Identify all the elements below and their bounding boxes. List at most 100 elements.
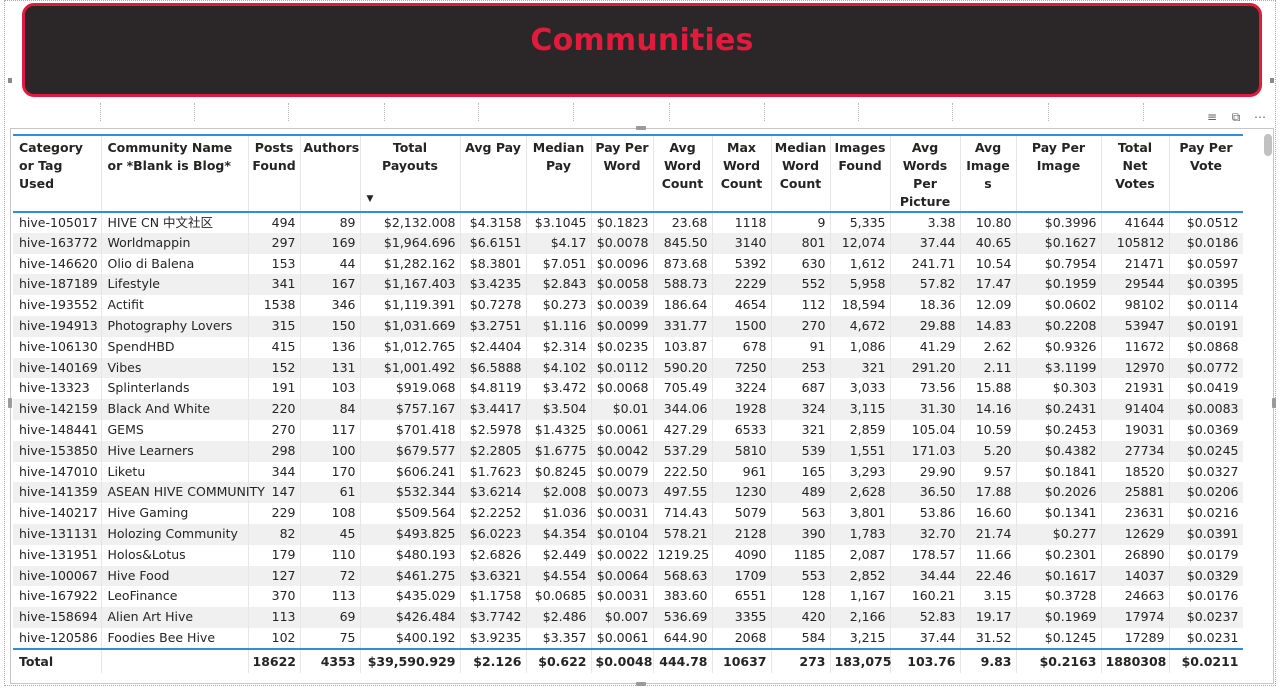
table-cell: $3.7742: [460, 607, 527, 628]
table-cell: Hive Gaming: [101, 503, 249, 524]
table-row[interactable]: hive-105017 HIVE CN 中文社区 494 89 $2,132.008 $4…: [13, 212, 1243, 233]
column-header[interactable]: Pay Per Word: [591, 134, 654, 213]
table-cell: 167: [300, 274, 361, 296]
table-row[interactable]: hive-163772 Worldmappin 297 169 $1,964.696 $6…: [13, 232, 1243, 254]
table-cell: 578.21: [653, 523, 713, 545]
filter-icon[interactable]: ≡: [1206, 110, 1218, 125]
table-cell: $493.825: [360, 523, 461, 545]
table-cell: $426.484: [360, 607, 461, 628]
table-cell: 563: [771, 503, 831, 524]
sort-descending-icon[interactable]: ▼: [367, 190, 374, 208]
column-header[interactable]: Median Word Count: [771, 134, 831, 213]
table-cell: $509.564: [360, 503, 461, 524]
table-cell: Hive Food: [101, 565, 249, 587]
table-cell: hive-148441: [13, 419, 102, 441]
table-cell: $0.0245: [1169, 440, 1243, 462]
table-cell: 229: [248, 503, 301, 524]
resize-grip-top[interactable]: [636, 126, 646, 130]
table-cell: 5,958: [830, 274, 891, 296]
table-row[interactable]: hive-106130 SpendHBD 415 136 $1,012.765 $2.44…: [13, 336, 1243, 358]
table-row[interactable]: hive-146620 Olio di Balena 153 44 $1,282.162…: [13, 253, 1243, 275]
table-row[interactable]: hive-13323 Splinterlands 191 103 $919.068 $4.…: [13, 378, 1243, 400]
table-cell: $0.0327: [1169, 461, 1243, 483]
table-cell: 537.29: [653, 440, 713, 462]
column-header[interactable]: Category or Tag Used: [13, 134, 102, 213]
table-cell: $0.0602: [1016, 295, 1102, 316]
table-cell: hive-140217: [13, 503, 102, 524]
table-row[interactable]: hive-147010 Liketu 344 170 $606.241 $1.7623 $0…: [13, 461, 1243, 483]
table-cell: $4.3158: [460, 212, 527, 233]
table-cell: 27734: [1101, 440, 1170, 462]
table-cell: 1500: [712, 315, 772, 337]
table-row[interactable]: hive-167922 LeoFinance 370 113 $435.029 $1.17…: [13, 586, 1243, 608]
table-row[interactable]: hive-142159 Black And White 220 84 $757.167 $…: [13, 399, 1243, 420]
table-row[interactable]: hive-141359 ASEAN HIVE COMMUNITY 147 61 $532…: [13, 482, 1243, 504]
vertical-scrollbar[interactable]: [1264, 134, 1272, 658]
table-cell: 222.50: [653, 461, 713, 483]
resize-handle-left[interactable]: [8, 78, 12, 83]
table-row[interactable]: hive-148441 GEMS 270 117 $701.418 $2.5978 $1.4…: [13, 419, 1243, 441]
table-cell: $0.4382: [1016, 440, 1102, 462]
table-row[interactable]: hive-193552 Actifit 1538 346 $1,119.391 $0.72…: [13, 295, 1243, 316]
column-header[interactable]: Posts Found: [248, 134, 301, 213]
column-header[interactable]: Total Payouts ▼: [360, 134, 461, 213]
column-header[interactable]: Avg Words Per Picture: [890, 134, 961, 213]
table-cell: $3.472: [526, 378, 592, 400]
total-cell: 1880308: [1101, 647, 1170, 673]
table-cell: 160.21: [890, 586, 961, 608]
table-cell: 2,087: [830, 544, 891, 566]
focus-mode-icon[interactable]: ⧉: [1230, 110, 1242, 125]
table-row[interactable]: hive-158694 Alien Art Hive 113 69 $426.484 $3…: [13, 607, 1243, 628]
table-row[interactable]: hive-100067 Hive Food 127 72 $461.275 $3.6321…: [13, 565, 1243, 587]
table-cell: 1,167: [830, 586, 891, 608]
column-header[interactable]: Avg Image s: [960, 134, 1017, 213]
column-header[interactable]: Authors: [300, 134, 361, 213]
table-row[interactable]: hive-131951 Holos&Lotus 179 110 $480.193 $2.6…: [13, 544, 1243, 566]
table-cell: $6.5888: [460, 357, 527, 379]
table-row[interactable]: hive-187189 Lifestyle 341 167 $1,167.403 $3.4…: [13, 274, 1243, 296]
table-cell: 705.49: [653, 378, 713, 400]
column-header[interactable]: Community Name or *Blank is Blog*: [101, 134, 249, 213]
table-row[interactable]: hive-194913 Photography Lovers 315 150 $1,03…: [13, 315, 1243, 337]
table-cell: 1928: [712, 399, 772, 420]
table-row[interactable]: hive-153850 Hive Learners 298 100 $679.577 $2…: [13, 440, 1243, 462]
table-cell: 12970: [1101, 357, 1170, 379]
resize-grip-left[interactable]: [8, 398, 12, 408]
table-cell: 16.60: [960, 503, 1017, 524]
table-cell: $3.357: [526, 627, 592, 649]
column-header[interactable]: Max Word Count: [712, 134, 772, 213]
table-cell: $0.0176: [1169, 586, 1243, 608]
resize-grip-right[interactable]: [1272, 398, 1276, 408]
table-cell: 18520: [1101, 461, 1170, 483]
table-row[interactable]: hive-140169 Vibes 152 131 $1,001.492 $6.5888 $…: [13, 357, 1243, 379]
table-cell: 630: [771, 253, 831, 275]
table-cell: 1538: [248, 295, 301, 316]
column-header[interactable]: Pay Per Vote: [1169, 134, 1243, 213]
table-row[interactable]: hive-140217 Hive Gaming 229 108 $509.564 $2.2…: [13, 503, 1243, 524]
table-cell: 31.52: [960, 627, 1017, 649]
table-cell: $0.0369: [1169, 419, 1243, 441]
table-cell: $2,132.008: [360, 212, 461, 233]
total-cell: 183,075: [830, 647, 891, 673]
scrollbar-thumb[interactable]: [1264, 134, 1272, 156]
column-header[interactable]: Avg Word Count: [653, 134, 713, 213]
table-cell: 297: [248, 232, 301, 254]
column-header[interactable]: Avg Pay: [460, 134, 527, 213]
table-cell: $6.0223: [460, 523, 527, 545]
table-cell: $2.843: [526, 274, 592, 296]
table-cell: 19.17: [960, 607, 1017, 628]
column-header[interactable]: Images Found: [830, 134, 891, 213]
table-cell: 553: [771, 565, 831, 587]
table-cell: 588.73: [653, 274, 713, 296]
column-header-label: Max Word Count: [720, 140, 763, 191]
resize-handle-right[interactable]: [1270, 78, 1274, 83]
column-header-label: Avg Word Count: [661, 140, 704, 191]
table-row[interactable]: hive-131131 Holozing Community 82 45 $493.82…: [13, 523, 1243, 545]
more-options-icon[interactable]: ⋯: [1254, 110, 1266, 125]
table-cell: 4654: [712, 295, 772, 316]
table-row[interactable]: hive-120586 Foodies Bee Hive 102 75 $400.192…: [13, 627, 1243, 649]
column-header-label: Avg Words Per Picture: [899, 140, 951, 209]
column-header[interactable]: Median Pay: [526, 134, 592, 213]
column-header[interactable]: Pay Per Image: [1016, 134, 1102, 213]
column-header[interactable]: Total Net Votes: [1101, 134, 1170, 213]
